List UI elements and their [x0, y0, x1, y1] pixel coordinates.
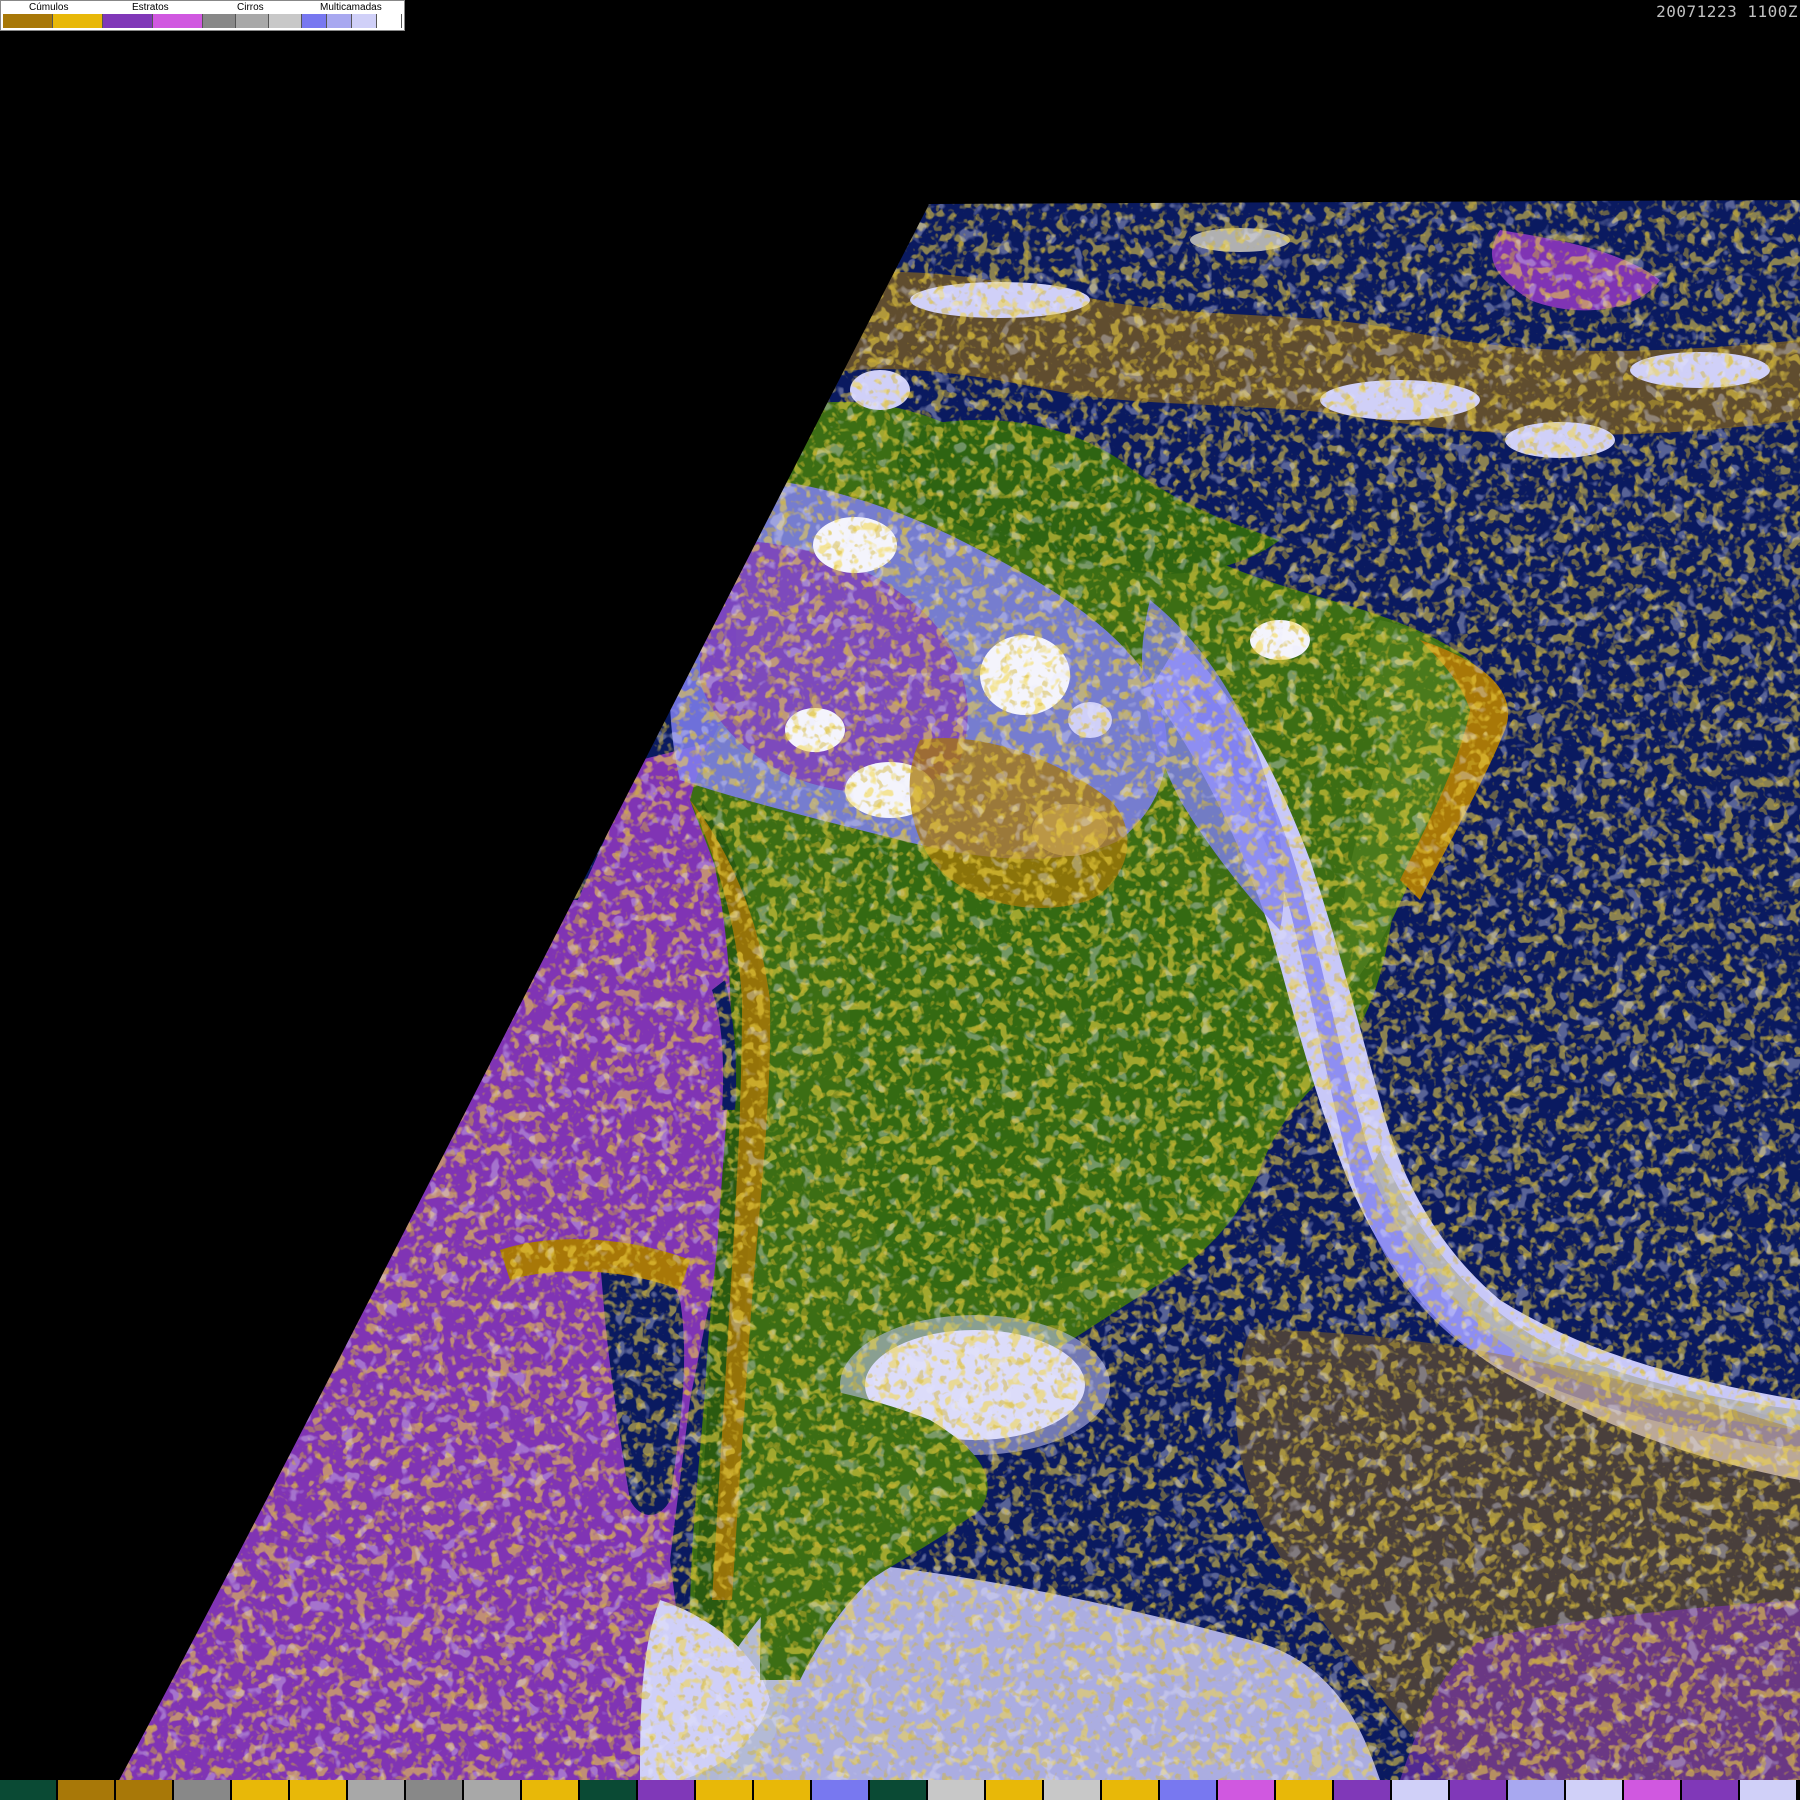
legend-swatch: [352, 14, 377, 28]
strip-swatch: [522, 1780, 580, 1800]
strip-swatch: [0, 1780, 58, 1800]
image-timestamp: 20071223 1100Z: [1656, 2, 1798, 21]
strip-swatch: [1160, 1780, 1218, 1800]
strip-swatch: [1682, 1780, 1740, 1800]
strip-swatch: [928, 1780, 986, 1800]
bottom-color-strip: [0, 1780, 1800, 1800]
satellite-map: [0, 0, 1800, 1800]
strip-swatch: [812, 1780, 870, 1800]
strip-swatch: [1450, 1780, 1508, 1800]
strip-swatch: [696, 1780, 754, 1800]
strip-swatch: [1334, 1780, 1392, 1800]
legend-swatch: [302, 14, 327, 28]
strip-swatch: [1508, 1780, 1566, 1800]
legend-label-cumulus: Cúmulos: [29, 2, 69, 13]
legend-label-multilayer: Multicamadas: [320, 2, 382, 13]
strip-swatch: [1566, 1780, 1624, 1800]
legend-swatches: [3, 14, 402, 28]
strip-swatch: [638, 1780, 696, 1800]
legend-swatch: [103, 14, 153, 28]
legend-swatch: [269, 14, 302, 28]
legend-swatch: [203, 14, 236, 28]
strip-swatch: [1218, 1780, 1276, 1800]
legend-swatch: [327, 14, 352, 28]
legend-swatch: [236, 14, 269, 28]
legend-swatch: [377, 14, 402, 28]
strip-swatch: [232, 1780, 290, 1800]
strip-swatch: [174, 1780, 232, 1800]
strip-swatch: [1624, 1780, 1682, 1800]
strip-swatch: [116, 1780, 174, 1800]
strip-swatch: [1740, 1780, 1798, 1800]
strip-swatch: [580, 1780, 638, 1800]
legend-swatch: [53, 14, 103, 28]
legend-swatch: [153, 14, 203, 28]
strip-swatch: [290, 1780, 348, 1800]
strip-swatch: [870, 1780, 928, 1800]
strip-swatch: [986, 1780, 1044, 1800]
cloud-type-legend: Cúmulos Estratos Cirros Multicamadas: [0, 0, 405, 31]
strip-swatch: [1044, 1780, 1102, 1800]
strip-swatch: [754, 1780, 812, 1800]
strip-swatch: [1392, 1780, 1450, 1800]
legend-label-cirrus: Cirros: [237, 2, 264, 13]
strip-swatch: [464, 1780, 522, 1800]
strip-swatch: [348, 1780, 406, 1800]
strip-swatch: [1276, 1780, 1334, 1800]
strip-swatch: [1102, 1780, 1160, 1800]
strip-swatch: [58, 1780, 116, 1800]
legend-swatch: [3, 14, 53, 28]
strip-swatch: [406, 1780, 464, 1800]
legend-label-stratus: Estratos: [132, 2, 169, 13]
